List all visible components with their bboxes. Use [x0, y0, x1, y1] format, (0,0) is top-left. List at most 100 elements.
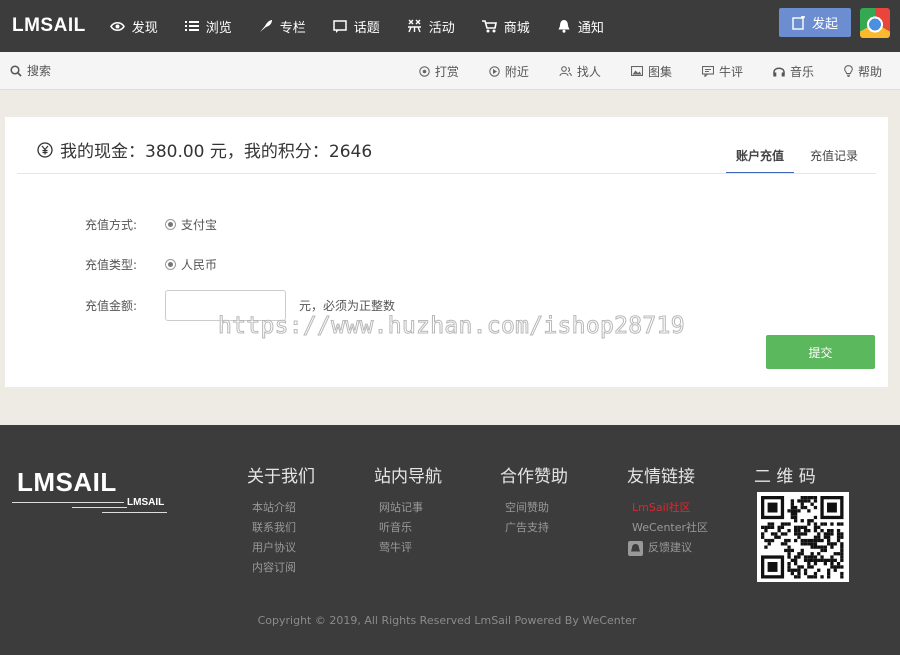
- footer-link[interactable]: 联系我们: [252, 518, 315, 538]
- divider: [17, 173, 876, 174]
- amount-row: 充值金额: 元，必须为正整数: [85, 290, 395, 321]
- nav-item-label: 通知: [577, 20, 604, 36]
- balance-heading: 我的现金：380.00 元，我的积分：2646: [37, 137, 372, 162]
- nav-item-label: 活动: [428, 20, 455, 36]
- amount-input[interactable]: [165, 290, 286, 321]
- nav-item-label: 专栏: [279, 20, 306, 36]
- footer-logo: LMSAIL: [17, 467, 117, 497]
- footer-col-links: 友情链接 LmSail社区 WeCenter社区 反馈建议: [627, 462, 708, 558]
- sub-nav-help[interactable]: 帮助: [844, 63, 882, 80]
- user-avatar[interactable]: [860, 8, 890, 38]
- nav-item-discover[interactable]: 发现: [109, 17, 158, 36]
- footer-link[interactable]: 莺牛评: [379, 538, 442, 558]
- sub-nav-label: 找人: [576, 64, 601, 79]
- comment-icon: [701, 65, 714, 77]
- image-icon: [630, 66, 643, 76]
- sub-nav-music[interactable]: 音乐: [773, 63, 814, 80]
- reward-icon: [419, 65, 430, 77]
- nav-item-shop[interactable]: 商城: [481, 17, 530, 36]
- payment-method-label: 充值方式:: [85, 218, 138, 232]
- activity-icon: [407, 19, 421, 33]
- footer-col-about: 关于我们 本站介绍 联系我们 用户协议 内容订阅: [247, 462, 315, 578]
- publish-button[interactable]: 发起: [779, 8, 851, 37]
- footer-link[interactable]: 网站记事: [379, 498, 442, 518]
- top-navbar: LMSAIL 发现 浏览 专栏 话题 活动 商城 通知 发起: [0, 0, 900, 52]
- feather-icon: [259, 20, 272, 32]
- nav-item-label: 话题: [353, 20, 380, 36]
- nav-item-label: 浏览: [205, 20, 232, 36]
- sub-nav-gallery[interactable]: 图集: [630, 63, 672, 80]
- headphones-icon: [773, 67, 785, 76]
- footer-link[interactable]: 广告支持: [505, 518, 568, 538]
- main-nav: 发现 浏览 专栏 话题 活动 商城 通知: [109, 17, 631, 36]
- footer-col-title: 合作赞助: [500, 467, 568, 487]
- sub-nav-label: 打赏: [434, 64, 459, 79]
- nav-item-label: 发现: [131, 20, 158, 36]
- sub-nav-label: 帮助: [857, 64, 882, 79]
- currency-type-row: 充值类型: 人民币: [85, 256, 217, 273]
- amount-label: 充值金额:: [85, 299, 138, 313]
- footer-logo-small: LMSAIL: [127, 497, 165, 508]
- feedback-icon: [628, 540, 643, 556]
- amount-hint: 元，必须为正整数: [299, 299, 396, 313]
- footer-link[interactable]: 空间赞助: [505, 498, 568, 518]
- nav-item-browse[interactable]: 浏览: [184, 17, 232, 36]
- footer-link[interactable]: 听音乐: [379, 518, 442, 538]
- sub-nav-reward[interactable]: 打赏: [419, 63, 459, 80]
- sub-nav-label: 音乐: [789, 64, 814, 79]
- balance-text: 我的现金：380.00 元，我的积分：2646: [60, 142, 373, 162]
- list-icon: [184, 21, 199, 31]
- nav-item-activity[interactable]: 活动: [407, 17, 455, 36]
- submit-button[interactable]: 提交: [766, 335, 875, 369]
- radio-selected-icon: [165, 219, 176, 230]
- footer-col-sponsor: 合作赞助 空间赞助 广告支持: [500, 462, 568, 538]
- footer-link[interactable]: 用户协议: [252, 538, 315, 558]
- footer-col-title: 友情链接: [627, 467, 695, 487]
- sub-nav-comment[interactable]: 牛评: [701, 63, 743, 80]
- footer-col-title: 站内导航: [374, 467, 442, 487]
- payment-method-row: 充值方式: 支付宝: [85, 216, 217, 233]
- alipay-radio[interactable]: 支付宝: [165, 216, 217, 233]
- search-label: 搜索: [27, 64, 52, 78]
- compose-icon: [792, 15, 805, 30]
- qr-code: [757, 492, 849, 582]
- cart-icon: [481, 19, 497, 32]
- topic-icon: [333, 19, 347, 33]
- footer: LMSAIL LMSAIL 关于我们 本站介绍 联系我们 用户协议 内容订阅 站…: [0, 425, 900, 655]
- feedback-label: 反馈建议: [648, 541, 692, 554]
- recharge-tabs: 账户充值 充值记录: [720, 147, 868, 174]
- publish-label: 发起: [811, 17, 838, 32]
- footer-col-nav: 站内导航 网站记事 听音乐 莺牛评: [374, 462, 442, 558]
- nav-item-topic[interactable]: 话题: [333, 17, 380, 36]
- sub-nav-nearby[interactable]: 附近: [489, 63, 529, 80]
- radio-selected-icon: [165, 259, 176, 270]
- nearby-icon: [489, 65, 500, 77]
- alipay-label: 支付宝: [181, 218, 218, 232]
- people-icon: [559, 65, 572, 76]
- lightbulb-icon: [844, 65, 853, 77]
- sub-nav-items: 打赏 附近 找人 图集 牛评 音乐 帮助: [389, 52, 882, 90]
- footer-link-lmsail[interactable]: LmSail社区: [632, 498, 708, 518]
- tab-account-recharge[interactable]: 账户充值: [725, 147, 794, 174]
- rmb-label: 人民币: [181, 258, 218, 272]
- tab-recharge-history[interactable]: 充值记录: [800, 147, 868, 174]
- footer-link[interactable]: 内容订阅: [252, 558, 315, 578]
- eye-icon: [109, 21, 125, 31]
- site-logo[interactable]: LMSAIL: [12, 15, 86, 37]
- feedback-link[interactable]: 反馈建议: [628, 538, 708, 558]
- sub-nav-people[interactable]: 找人: [559, 63, 601, 80]
- yuan-icon: [37, 141, 53, 158]
- copyright-text: Copyright © 2019, All Rights Reserved Lm…: [257, 614, 637, 627]
- footer-link-wecenter[interactable]: WeCenter社区: [632, 518, 708, 538]
- sub-nav-label: 图集: [647, 64, 672, 79]
- nav-item-column[interactable]: 专栏: [259, 17, 306, 36]
- sub-nav-label: 附近: [504, 64, 529, 79]
- footer-link[interactable]: 本站介绍: [252, 498, 315, 518]
- rmb-radio[interactable]: 人民币: [165, 256, 217, 273]
- footer-col-title: 二 维 码: [754, 467, 816, 487]
- search-icon: [10, 64, 22, 77]
- nav-item-notify[interactable]: 通知: [557, 17, 604, 36]
- bell-icon: [558, 20, 570, 33]
- sub-navbar: 搜索 打赏 附近 找人 图集 牛评 音乐 帮助: [0, 52, 900, 90]
- search-box[interactable]: 搜索: [10, 62, 51, 79]
